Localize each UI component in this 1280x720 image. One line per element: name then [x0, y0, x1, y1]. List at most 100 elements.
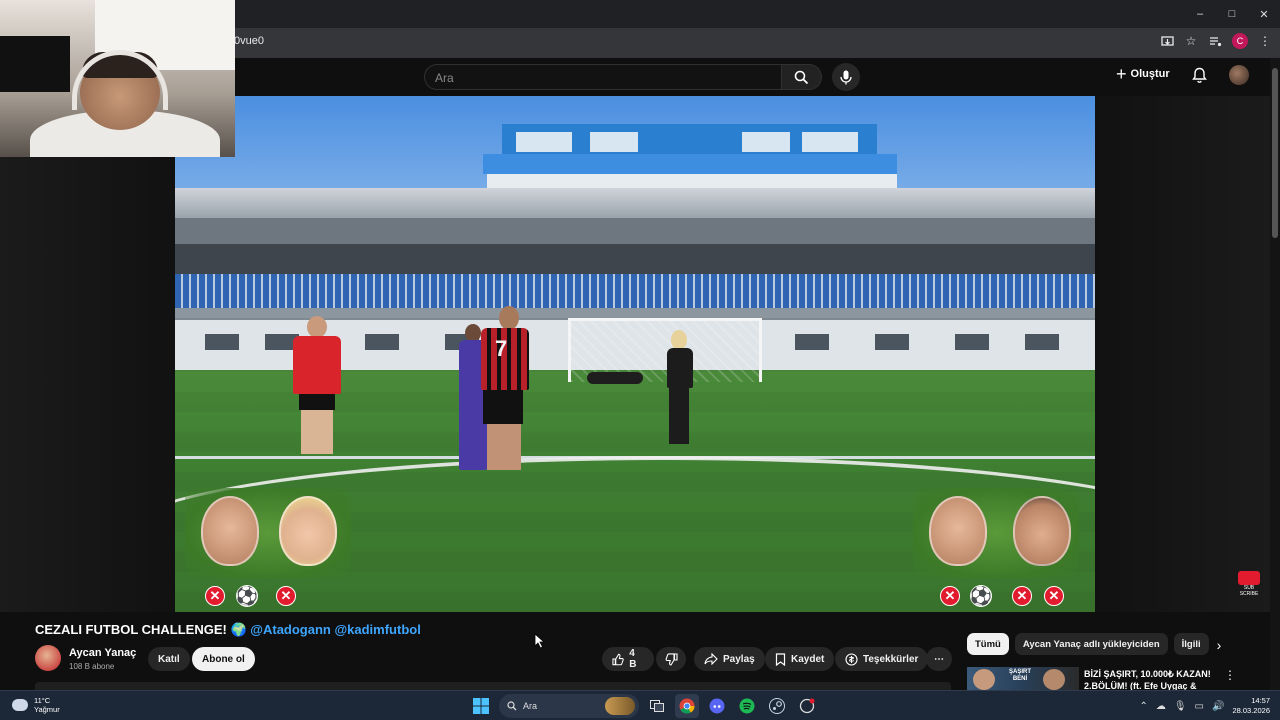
miss-mark: ✕	[1012, 586, 1032, 606]
player-blonde	[661, 330, 701, 446]
system-clock[interactable]: 14:57 28.03.2026	[1232, 696, 1270, 716]
player-face-right-1	[929, 496, 987, 566]
app-notification-icon[interactable]	[795, 694, 819, 718]
thumbnail-face	[973, 669, 995, 690]
bookmark-icon	[775, 652, 786, 666]
recommended-video-title[interactable]: BİZİ ŞAŞIRT, 10.000₺ KAZAN! 2.BÖLÜM! (ft…	[1084, 668, 1214, 690]
search-icon	[794, 70, 809, 84]
related-filter-chips: Tümü Aycan Yanaç adlı yükleyiciden İlgil…	[967, 633, 1209, 655]
tower-window	[516, 132, 572, 152]
url-text[interactable]: 0vue0	[234, 35, 264, 47]
goal-ball-icon: ⚽	[969, 585, 993, 607]
miss-mark: ✕	[276, 586, 296, 606]
description-box-edge[interactable]	[35, 682, 951, 690]
install-app-icon[interactable]	[1160, 34, 1174, 48]
webcam-monitor	[0, 36, 70, 92]
media-controls-icon[interactable]	[1208, 34, 1222, 48]
notifications-button[interactable]	[1192, 67, 1207, 89]
globe-icon: 🌍	[230, 622, 247, 637]
building-window	[365, 334, 399, 350]
discord-icon[interactable]	[705, 694, 729, 718]
channel-name[interactable]: Aycan Yanaç	[69, 647, 136, 659]
search-input[interactable]: Ara	[424, 64, 782, 90]
browser-menu-icon[interactable]: ⋮	[1258, 34, 1272, 48]
subscriber-count: 108 B abone	[69, 662, 115, 671]
display-icon[interactable]: ▭	[1195, 701, 1204, 712]
building-window	[795, 334, 829, 350]
tray-overflow-icon[interactable]: ⌃	[1139, 701, 1147, 712]
building-window	[955, 334, 989, 350]
bookmark-star-icon[interactable]: ☆	[1184, 34, 1198, 48]
recommended-video-thumbnail[interactable]: ŞAŞIRT BENİ	[967, 667, 1079, 690]
create-label: Oluştur	[1130, 68, 1170, 80]
task-view-icon[interactable]	[645, 694, 669, 718]
subscribe-watermark[interactable]: SUB SCRIBE	[1238, 571, 1260, 597]
stand-roof	[175, 188, 1095, 218]
like-count: 4 B	[629, 648, 637, 670]
scrollbar-thumb[interactable]	[1272, 68, 1278, 238]
player-face-right-2	[1013, 496, 1071, 566]
save-button[interactable]: Kaydet	[765, 647, 835, 671]
profile-avatar-icon[interactable]: C	[1232, 33, 1248, 49]
join-button[interactable]: Katıl	[148, 647, 190, 671]
account-avatar[interactable]	[1229, 65, 1249, 85]
chip-all[interactable]: Tümü	[967, 633, 1009, 655]
create-button[interactable]: + Oluştur	[1116, 64, 1170, 84]
stadium-seats	[175, 274, 1095, 308]
page-scrollbar[interactable]	[1270, 58, 1280, 690]
search-icon	[507, 701, 517, 711]
stand-shadow	[175, 244, 1095, 274]
taskbar-apps: Ara	[469, 694, 819, 718]
video-title: CEZALI FUTBOL CHALLENGE! 🌍 @Atadogann @k…	[35, 622, 421, 638]
volume-icon[interactable]: 🔊	[1212, 701, 1224, 712]
youtube-tv-icon	[1238, 571, 1260, 585]
building-window	[205, 334, 239, 350]
miss-mark: ✕	[1044, 586, 1064, 606]
temperature: 11°C	[34, 696, 51, 705]
window-controls: – □ ✕	[1184, 0, 1280, 28]
dislike-button[interactable]	[656, 647, 686, 671]
goalkeeper-diving	[587, 372, 643, 384]
spotify-icon[interactable]	[735, 694, 759, 718]
onedrive-icon[interactable]: ☁	[1156, 701, 1166, 712]
goal-ball-icon: ⚽	[235, 585, 259, 607]
share-icon	[704, 653, 718, 665]
subscribe-button[interactable]: Abone ol	[192, 647, 255, 671]
tower-window	[590, 132, 638, 152]
steam-icon[interactable]	[765, 694, 789, 718]
windows-taskbar: 11°C Yağmur Ara ⌃ ☁ 🎙 ▭ 🔊 14:57 28.03.20…	[0, 690, 1280, 720]
like-button[interactable]: 4 B	[602, 647, 654, 671]
windows-start-icon[interactable]	[469, 694, 493, 718]
weather-widget[interactable]: 11°C Yağmur	[12, 696, 60, 714]
close-window-button[interactable]: ✕	[1248, 0, 1280, 28]
taskbar-search[interactable]: Ara	[499, 694, 639, 718]
voice-search-button[interactable]	[832, 63, 860, 91]
jersey-number: 7	[495, 336, 508, 361]
video-player[interactable]: 7 ✕ ⚽ ✕ ✕ ⚽ ✕ ✕	[175, 96, 1095, 612]
microphone-tray-icon[interactable]: 🎙	[1174, 701, 1187, 712]
recommendation-menu-icon[interactable]: ⋮	[1224, 668, 1236, 682]
more-actions-button[interactable]: ⋯	[926, 647, 952, 671]
search-placeholder: Ara	[435, 71, 454, 85]
chip-from-channel[interactable]: Aycan Yanaç adlı yükleyiciden	[1014, 633, 1168, 655]
chevron-right-icon[interactable]: ›	[1211, 637, 1227, 653]
mention-link-2[interactable]: @kadimfutbol	[334, 622, 420, 637]
chrome-icon[interactable]	[675, 694, 699, 718]
share-button[interactable]: Paylaş	[694, 647, 765, 671]
thumbnail-face	[1043, 669, 1065, 690]
search-button[interactable]	[782, 64, 822, 90]
channel-avatar[interactable]	[35, 645, 61, 671]
chip-related[interactable]: İlgili	[1173, 633, 1209, 655]
microphone-icon	[840, 70, 852, 84]
mention-link-1[interactable]: @Atadogann	[250, 622, 331, 637]
player-face-left-2	[279, 496, 337, 566]
plus-icon: +	[1116, 64, 1127, 84]
video-title-text: CEZALI FUTBOL CHALLENGE!	[35, 622, 227, 637]
minimize-button[interactable]: –	[1184, 0, 1216, 28]
clock-time: 14:57	[1251, 696, 1270, 705]
subscribe-watermark-line2: SCRIBE	[1239, 591, 1259, 597]
thanks-button[interactable]: Teşekkürler	[835, 647, 929, 671]
save-label: Kaydet	[791, 653, 825, 665]
maximize-button[interactable]: □	[1216, 0, 1248, 28]
thumbnail-text: ŞAŞIRT BENİ	[1008, 669, 1031, 682]
